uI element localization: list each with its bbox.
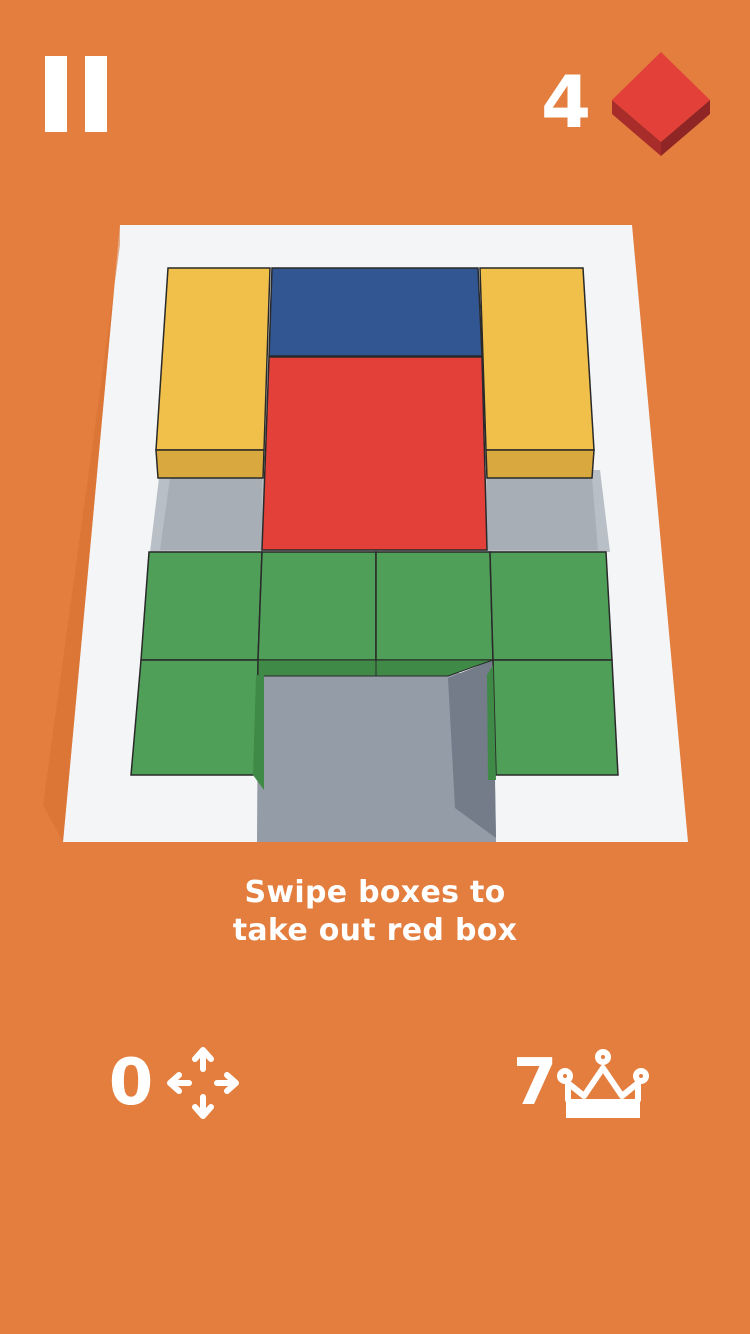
puzzle-board[interactable] [0,0,750,900]
floor-shadow-left [160,478,262,550]
instruction-text: Swipe boxes to take out red box [175,874,575,954]
blue-box[interactable] [268,267,483,357]
game-screen: 4 Swipe boxes to take out red box 0 7 [0,0,750,1334]
green-box-1[interactable] [140,551,263,661]
green-box-5[interactable] [130,659,264,790]
green-box-2[interactable] [257,551,377,677]
green-box-3[interactable] [375,551,494,677]
yellow-box-right[interactable] [479,267,595,479]
best-count: 7 [512,1046,558,1120]
yellow-box-left[interactable] [155,267,271,479]
instruction-line-2: take out red box [232,913,518,948]
red-box[interactable] [261,356,488,551]
instruction-line-1: Swipe boxes to [244,875,506,910]
moves-count: 0 [108,1046,154,1120]
floor-shadow-right [487,478,598,550]
move-arrows-icon [167,1047,239,1119]
green-box-4[interactable] [489,551,613,661]
crown-icon [557,1049,649,1118]
green-box-6[interactable] [487,659,619,780]
